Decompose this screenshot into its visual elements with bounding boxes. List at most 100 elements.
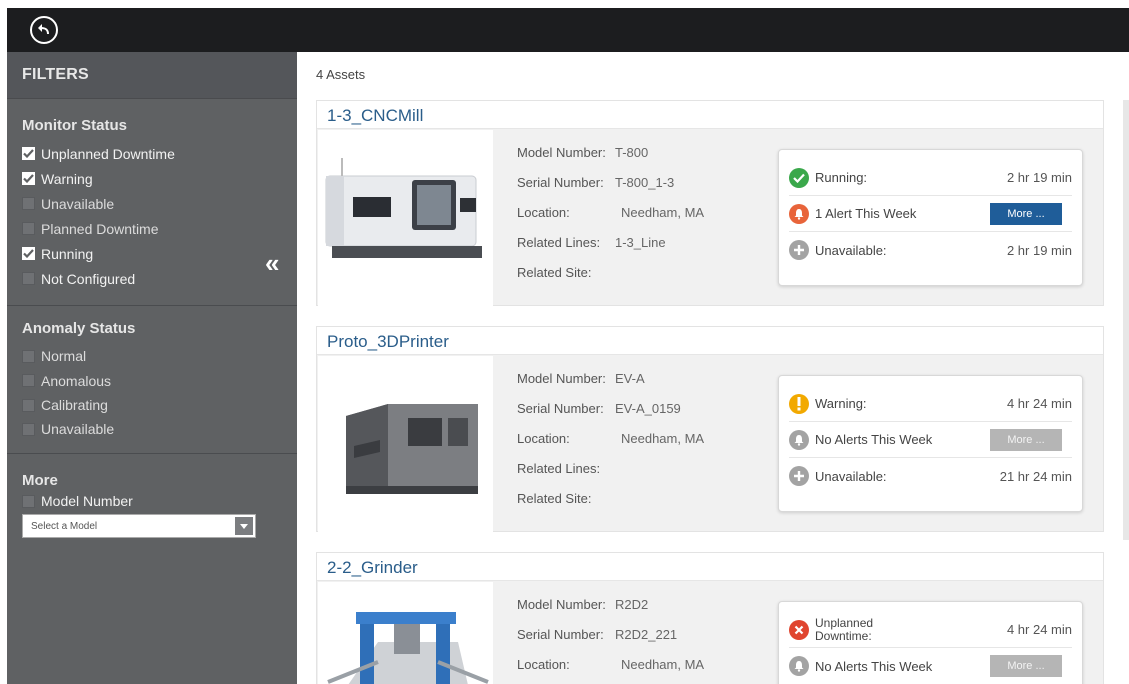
asset-card: Proto_3DPrinter Model Number: EV-A Serial…: [316, 326, 1104, 532]
more-alerts-button[interactable]: More ...: [990, 428, 1062, 451]
more-title: More: [22, 472, 58, 489]
status-row: Warning: 4 hr 24 min: [789, 386, 1072, 422]
chevron-down-icon[interactable]: [235, 517, 253, 535]
filter-calibrating[interactable]: Calibrating: [22, 393, 297, 417]
status-duration: 4 hr 24 min: [1006, 396, 1072, 411]
unavailable-duration: 2 hr 19 min: [1006, 242, 1072, 258]
filter-label: Normal: [41, 348, 87, 364]
checkbox-icon[interactable]: [22, 349, 35, 363]
filter-label: Unavailable: [41, 421, 115, 437]
model-select-value: Select a Model: [31, 520, 98, 532]
unavailable-duration: 21 hr 24 min: [999, 468, 1072, 484]
checkbox-checked-icon[interactable]: [22, 172, 35, 185]
alert-bell-icon: [789, 203, 809, 224]
checkbox-checked-icon[interactable]: [22, 147, 35, 160]
back-button[interactable]: [30, 16, 58, 44]
filter-label: Anomalous: [41, 372, 112, 389]
model-number-value: EV-A: [615, 371, 645, 386]
filter-warning[interactable]: Warning: [22, 166, 297, 191]
asset-card: 1-3_CNCMill Model Number: T-800 Serial Nu…: [316, 100, 1104, 306]
location-label: Location:: [517, 657, 570, 672]
location-value: Needham, MA: [621, 657, 705, 672]
serial-number-label: Serial Number:: [517, 175, 604, 190]
filter-label: Planned Downtime: [41, 220, 159, 237]
filter-label: Not Configured: [41, 270, 136, 287]
alerts-label: 1 Alert This Week: [815, 206, 917, 221]
status-label: Warning:: [815, 396, 867, 411]
status-duration: 2 hr 19 min: [1006, 170, 1072, 185]
alerts-label: No Alerts This Week: [815, 432, 933, 447]
checkbox-icon[interactable]: [22, 222, 35, 235]
asset-details: Model Number: T-800 Serial Number: T-800_1…: [517, 145, 704, 295]
filter-anomaly-unavailable[interactable]: Unavailable: [22, 417, 297, 441]
checkbox-checked-icon[interactable]: [22, 247, 35, 260]
checkbox-icon[interactable]: [22, 197, 35, 210]
serial-number-label: Serial Number:: [517, 627, 604, 642]
serial-number-value: T-800_1-3: [615, 175, 675, 190]
model-number-label: Model Number:: [517, 597, 606, 612]
vertical-scrollbar[interactable]: [1123, 100, 1129, 540]
filter-model-number[interactable]: Model Number: [22, 491, 297, 511]
filter-label: Warning: [41, 170, 93, 187]
filter-anomalous[interactable]: Anomalous: [22, 368, 297, 393]
status-label-line2: Downtime:: [815, 628, 872, 643]
checkbox-icon[interactable]: [22, 374, 35, 387]
location-value: Needham, MA: [621, 431, 705, 446]
checkbox-icon[interactable]: [22, 398, 35, 412]
filter-label: Model Number: [41, 493, 133, 509]
asset-details: Model Number: EV-A Serial Number: EV-A_015…: [517, 371, 704, 521]
grinder-image: [318, 582, 493, 684]
asset-title-link[interactable]: Proto_3DPrinter: [317, 327, 1103, 355]
monitor-status-section: Monitor Status Unplanned Downtime Warnin…: [7, 99, 297, 291]
model-number-value: R2D2: [615, 597, 649, 612]
3d-printer-image: [318, 356, 493, 532]
status-summary: Unplanned Downtime: 4 hr 24 min No Alerts…: [778, 601, 1083, 684]
status-row: Running: 2 hr 19 min: [789, 160, 1072, 196]
error-circle-icon: [789, 619, 809, 640]
warning-circle-icon: [789, 393, 809, 414]
filter-normal[interactable]: Normal: [22, 344, 297, 368]
more-alerts-button[interactable]: More ...: [990, 202, 1062, 225]
asset-title-link[interactable]: 2-2_Grinder: [317, 553, 1103, 581]
checkbox-icon[interactable]: [22, 494, 35, 508]
asset-card: 2-2_Grinder Model Number: R2D2 Serial Num…: [316, 552, 1104, 684]
location-value: Needham, MA: [621, 205, 705, 220]
filter-label: Unplanned Downtime: [41, 145, 175, 162]
filter-label: Calibrating: [41, 397, 108, 413]
checkbox-icon[interactable]: [22, 272, 35, 285]
filter-planned-downtime[interactable]: Planned Downtime: [22, 216, 297, 241]
checkbox-icon[interactable]: [22, 422, 35, 436]
related-lines-label: Related Lines:: [517, 461, 601, 476]
related-site-label: Related Site:: [517, 265, 592, 280]
serial-number-value: R2D2_221: [615, 627, 678, 642]
top-bar: [7, 8, 1129, 52]
filter-unplanned-downtime[interactable]: Unplanned Downtime: [22, 141, 297, 166]
status-summary: Warning: 4 hr 24 min No Alerts This Week…: [778, 375, 1083, 512]
serial-number-label: Serial Number:: [517, 401, 604, 416]
unavailable-label: Unavailable:: [815, 242, 887, 258]
anomaly-status-section: Anomaly Status Normal Anomalous Calibrat…: [7, 306, 297, 441]
unavailable-row: Unavailable: 2 hr 19 min: [789, 232, 1072, 268]
model-select[interactable]: Select a Model: [22, 514, 256, 538]
asset-title-link[interactable]: 1-3_CNCMill: [317, 101, 1103, 129]
status-label: Unplanned Downtime:: [815, 616, 873, 643]
alerts-row: No Alerts This Week More ...: [789, 648, 1072, 684]
plus-circle-icon: [789, 466, 809, 486]
assets-count: 4 Assets: [316, 67, 366, 82]
status-row: Unplanned Downtime: 4 hr 24 min: [789, 612, 1072, 648]
unavailable-row: Unavailable: 21 hr 24 min: [789, 458, 1072, 494]
model-number-label: Model Number:: [517, 371, 606, 386]
filters-sidebar: FILTERS Monitor Status Unplanned Downtim…: [7, 52, 297, 684]
asset-details: Model Number: R2D2 Serial Number: R2D2_221…: [517, 597, 704, 684]
check-circle-icon: [789, 167, 809, 188]
asset-list-panel: 4 Assets 1-3_CNCMill Model Number: T-800 …: [297, 52, 1129, 684]
filter-not-configured[interactable]: Not Configured: [22, 266, 297, 291]
alerts-label: No Alerts This Week: [815, 658, 933, 674]
filter-unavailable[interactable]: Unavailable: [22, 191, 297, 216]
alerts-row: 1 Alert This Week More ...: [789, 196, 1072, 232]
filter-running[interactable]: Running: [22, 241, 297, 266]
cnc-mill-image: [318, 130, 493, 306]
more-alerts-button[interactable]: More ...: [990, 655, 1062, 677]
collapse-sidebar-button[interactable]: «: [265, 250, 279, 276]
bell-icon: [789, 429, 809, 450]
